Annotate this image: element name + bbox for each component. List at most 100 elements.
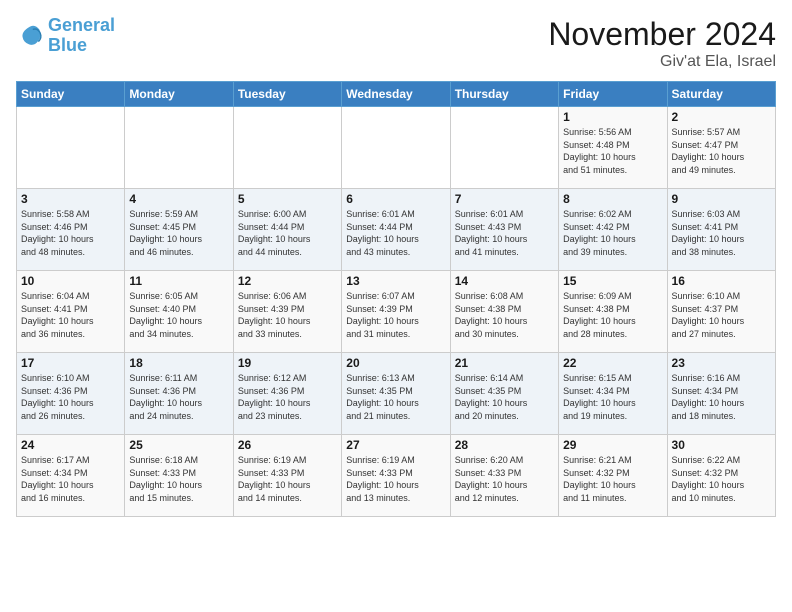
day-number: 5 [238,192,337,206]
calendar-cell: 12 Sunrise: 6:06 AM Sunset: 4:39 PM Dayli… [233,271,341,353]
day-number: 26 [238,438,337,452]
calendar-cell: 3 Sunrise: 5:58 AM Sunset: 4:46 PM Daylig… [17,189,125,271]
day-number: 25 [129,438,228,452]
day-number: 7 [455,192,554,206]
day-number: 16 [672,274,771,288]
weekday-header: Saturday [667,82,775,107]
calendar-week: 17Sunrise: 6:10 AM Sunset: 4:36 PM Dayli… [17,353,776,435]
calendar: SundayMondayTuesdayWednesdayThursdayFrid… [16,81,776,517]
day-info: Sunrise: 6:14 AM Sunset: 4:35 PM Dayligh… [455,372,554,422]
calendar-cell: 11 Sunrise: 6:05 AM Sunset: 4:40 PM Dayli… [125,271,233,353]
calendar-cell: 16 Sunrise: 6:10 AM Sunset: 4:37 PM Dayli… [667,271,775,353]
day-number: 4 [129,192,228,206]
calendar-cell: 4 Sunrise: 5:59 AM Sunset: 4:45 PM Daylig… [125,189,233,271]
day-info: Sunrise: 6:21 AM Sunset: 4:32 PM Dayligh… [563,454,662,504]
calendar-week: 24Sunrise: 6:17 AM Sunset: 4:34 PM Dayli… [17,435,776,517]
day-info: Sunrise: 6:13 AM Sunset: 4:35 PM Dayligh… [346,372,445,422]
calendar-cell: 14Sunrise: 6:08 AM Sunset: 4:38 PM Dayli… [450,271,558,353]
calendar-cell: 24Sunrise: 6:17 AM Sunset: 4:34 PM Dayli… [17,435,125,517]
day-number: 28 [455,438,554,452]
day-info: Sunrise: 6:06 AM Sunset: 4:39 PM Dayligh… [238,290,337,340]
day-info: Sunrise: 5:57 AM Sunset: 4:47 PM Dayligh… [672,126,771,176]
calendar-cell: 23 Sunrise: 6:16 AM Sunset: 4:34 PM Dayli… [667,353,775,435]
day-info: Sunrise: 6:12 AM Sunset: 4:36 PM Dayligh… [238,372,337,422]
calendar-cell: 5Sunrise: 6:00 AM Sunset: 4:44 PM Daylig… [233,189,341,271]
calendar-week: 10 Sunrise: 6:04 AM Sunset: 4:41 PM Dayli… [17,271,776,353]
day-number: 24 [21,438,120,452]
weekday-header: Tuesday [233,82,341,107]
weekday-row: SundayMondayTuesdayWednesdayThursdayFrid… [17,82,776,107]
calendar-cell: 8 Sunrise: 6:02 AM Sunset: 4:42 PM Daylig… [559,189,667,271]
calendar-cell: 20 Sunrise: 6:13 AM Sunset: 4:35 PM Dayli… [342,353,450,435]
logo-icon [16,22,44,50]
calendar-cell: 22Sunrise: 6:15 AM Sunset: 4:34 PM Dayli… [559,353,667,435]
day-number: 21 [455,356,554,370]
day-number: 14 [455,274,554,288]
calendar-cell: 21 Sunrise: 6:14 AM Sunset: 4:35 PM Dayli… [450,353,558,435]
calendar-cell [17,107,125,189]
calendar-cell: 9Sunrise: 6:03 AM Sunset: 4:41 PM Daylig… [667,189,775,271]
calendar-cell [342,107,450,189]
calendar-week: 1 Sunrise: 5:56 AM Sunset: 4:48 PM Daylig… [17,107,776,189]
location: Giv'at Ela, Israel [548,53,776,71]
day-number: 11 [129,274,228,288]
day-info: Sunrise: 6:19 AM Sunset: 4:33 PM Dayligh… [238,454,337,504]
day-info: Sunrise: 6:10 AM Sunset: 4:37 PM Dayligh… [672,290,771,340]
weekday-header: Sunday [17,82,125,107]
day-number: 20 [346,356,445,370]
day-info: Sunrise: 6:01 AM Sunset: 4:44 PM Dayligh… [346,208,445,258]
day-info: Sunrise: 5:58 AM Sunset: 4:46 PM Dayligh… [21,208,120,258]
calendar-cell: 7 Sunrise: 6:01 AM Sunset: 4:43 PM Daylig… [450,189,558,271]
day-number: 19 [238,356,337,370]
day-info: Sunrise: 6:16 AM Sunset: 4:34 PM Dayligh… [672,372,771,422]
calendar-cell [450,107,558,189]
calendar-cell: 17Sunrise: 6:10 AM Sunset: 4:36 PM Dayli… [17,353,125,435]
day-number: 2 [672,110,771,124]
weekday-header: Friday [559,82,667,107]
logo-line1: General [48,16,115,36]
day-number: 3 [21,192,120,206]
calendar-cell: 15Sunrise: 6:09 AM Sunset: 4:38 PM Dayli… [559,271,667,353]
day-number: 12 [238,274,337,288]
weekday-header: Wednesday [342,82,450,107]
day-number: 18 [129,356,228,370]
day-info: Sunrise: 6:19 AM Sunset: 4:33 PM Dayligh… [346,454,445,504]
day-number: 10 [21,274,120,288]
calendar-header: SundayMondayTuesdayWednesdayThursdayFrid… [17,82,776,107]
day-info: Sunrise: 6:11 AM Sunset: 4:36 PM Dayligh… [129,372,228,422]
calendar-cell: 27 Sunrise: 6:19 AM Sunset: 4:33 PM Dayli… [342,435,450,517]
calendar-cell: 2 Sunrise: 5:57 AM Sunset: 4:47 PM Daylig… [667,107,775,189]
calendar-body: 1 Sunrise: 5:56 AM Sunset: 4:48 PM Daylig… [17,107,776,517]
day-number: 1 [563,110,662,124]
day-info: Sunrise: 6:02 AM Sunset: 4:42 PM Dayligh… [563,208,662,258]
calendar-cell: 29 Sunrise: 6:21 AM Sunset: 4:32 PM Dayli… [559,435,667,517]
day-info: Sunrise: 6:05 AM Sunset: 4:40 PM Dayligh… [129,290,228,340]
day-info: Sunrise: 6:04 AM Sunset: 4:41 PM Dayligh… [21,290,120,340]
calendar-cell: 25Sunrise: 6:18 AM Sunset: 4:33 PM Dayli… [125,435,233,517]
day-info: Sunrise: 6:03 AM Sunset: 4:41 PM Dayligh… [672,208,771,258]
calendar-cell: 26 Sunrise: 6:19 AM Sunset: 4:33 PM Dayli… [233,435,341,517]
logo-line2: Blue [48,36,115,56]
day-number: 27 [346,438,445,452]
page: General Blue November 2024 Giv'at Ela, I… [0,0,792,612]
day-number: 17 [21,356,120,370]
day-number: 13 [346,274,445,288]
calendar-week: 3 Sunrise: 5:58 AM Sunset: 4:46 PM Daylig… [17,189,776,271]
title-block: November 2024 Giv'at Ela, Israel [548,16,776,71]
weekday-header: Monday [125,82,233,107]
day-info: Sunrise: 5:56 AM Sunset: 4:48 PM Dayligh… [563,126,662,176]
day-number: 29 [563,438,662,452]
day-number: 8 [563,192,662,206]
calendar-cell: 28 Sunrise: 6:20 AM Sunset: 4:33 PM Dayli… [450,435,558,517]
calendar-cell: 19 Sunrise: 6:12 AM Sunset: 4:36 PM Dayli… [233,353,341,435]
day-number: 23 [672,356,771,370]
day-info: Sunrise: 6:07 AM Sunset: 4:39 PM Dayligh… [346,290,445,340]
day-number: 22 [563,356,662,370]
day-number: 30 [672,438,771,452]
logo: General Blue [16,16,115,56]
day-info: Sunrise: 5:59 AM Sunset: 4:45 PM Dayligh… [129,208,228,258]
calendar-cell: 1 Sunrise: 5:56 AM Sunset: 4:48 PM Daylig… [559,107,667,189]
day-info: Sunrise: 6:01 AM Sunset: 4:43 PM Dayligh… [455,208,554,258]
calendar-cell: 13 Sunrise: 6:07 AM Sunset: 4:39 PM Dayli… [342,271,450,353]
day-info: Sunrise: 6:20 AM Sunset: 4:33 PM Dayligh… [455,454,554,504]
